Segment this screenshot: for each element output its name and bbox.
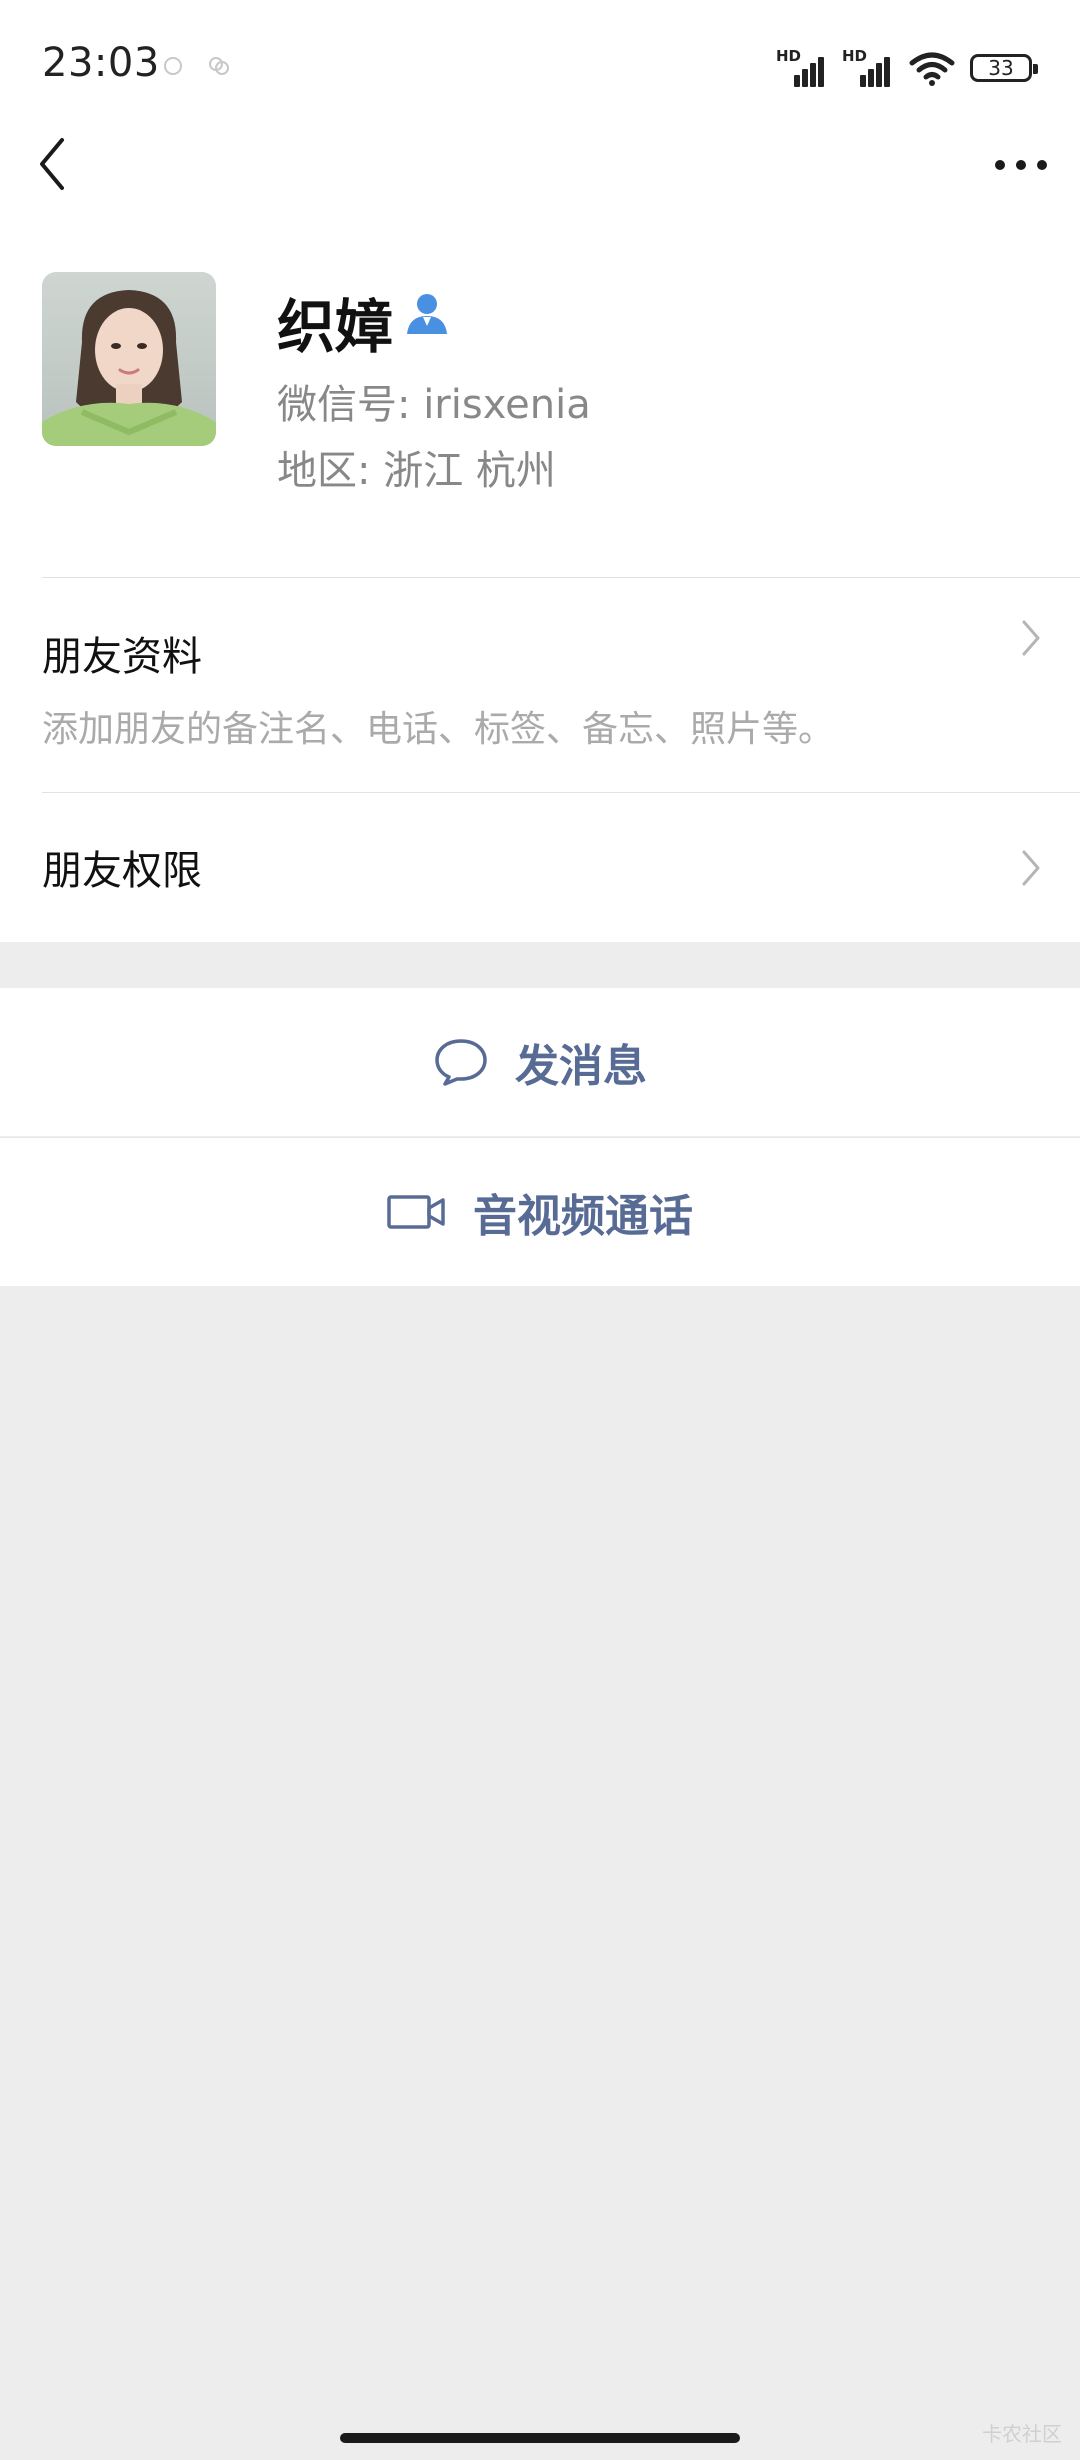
watermark: 卡农社区 (982, 2422, 1062, 2446)
signal-icon: HD (776, 47, 828, 87)
home-indicator[interactable] (340, 2433, 740, 2443)
chat-bubble-icon (435, 1039, 487, 1086)
signal-icon: HD (842, 47, 894, 87)
notification-icon (164, 57, 182, 75)
contact-name: 织嫜 (277, 293, 394, 361)
chevron-right-icon (1022, 850, 1040, 886)
friend-info-title: 朋友资料 (42, 634, 202, 680)
back-button[interactable] (30, 132, 80, 196)
video-call-label: 音视频通话 (473, 1191, 693, 1242)
friend-info-subtitle: 添加朋友的备注名、电话、标签、备忘、照片等。 (42, 709, 835, 750)
chevron-right-icon (1022, 620, 1040, 656)
send-message-button[interactable]: 发消息 (0, 988, 1080, 1136)
region: 地区: 浙江 杭州 (277, 448, 556, 494)
avatar[interactable] (42, 272, 216, 446)
status-indicators: HD HD 33 (776, 47, 1038, 88)
notification-icon (209, 57, 229, 75)
wechat-id: 微信号: irisxenia (277, 382, 591, 428)
status-time: 23:03 (42, 40, 160, 86)
friend-permissions-title: 朋友权限 (42, 848, 202, 894)
person-icon (407, 294, 447, 334)
more-button[interactable] (990, 140, 1052, 190)
video-camera-icon (387, 1195, 445, 1229)
battery-icon: 33 (970, 54, 1038, 82)
friend-info-row[interactable] (0, 578, 1080, 792)
send-message-label: 发消息 (515, 1041, 647, 1092)
video-call-button[interactable]: 音视频通话 (0, 1138, 1080, 1286)
wifi-icon (909, 52, 955, 86)
